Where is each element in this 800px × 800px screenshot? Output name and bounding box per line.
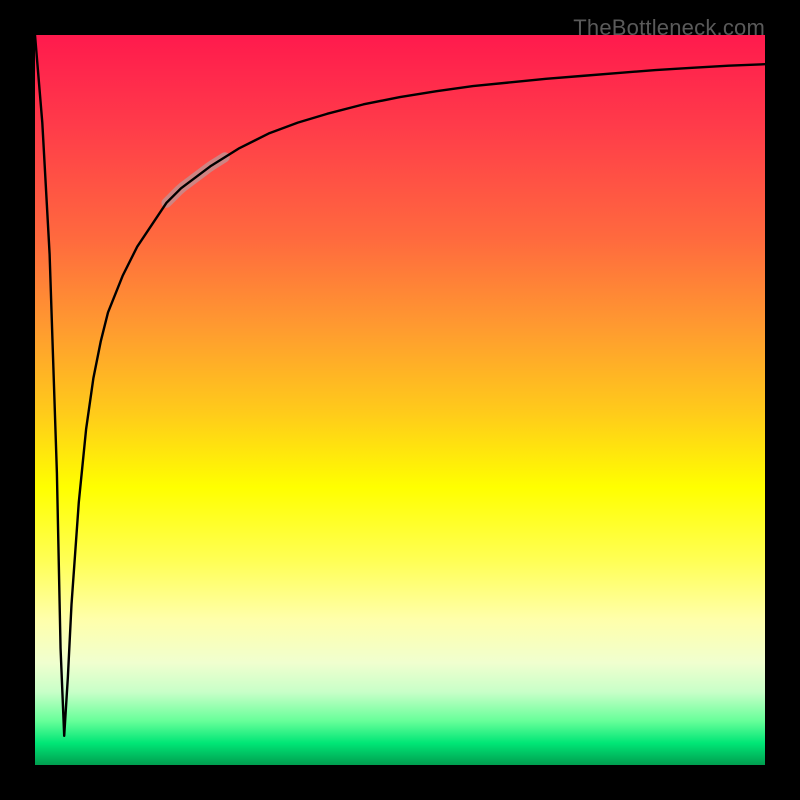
chart-frame: TheBottleneck.com	[15, 15, 785, 785]
plot-area	[35, 35, 765, 765]
curve-svg	[35, 35, 765, 765]
bottleneck-curve	[35, 35, 765, 736]
